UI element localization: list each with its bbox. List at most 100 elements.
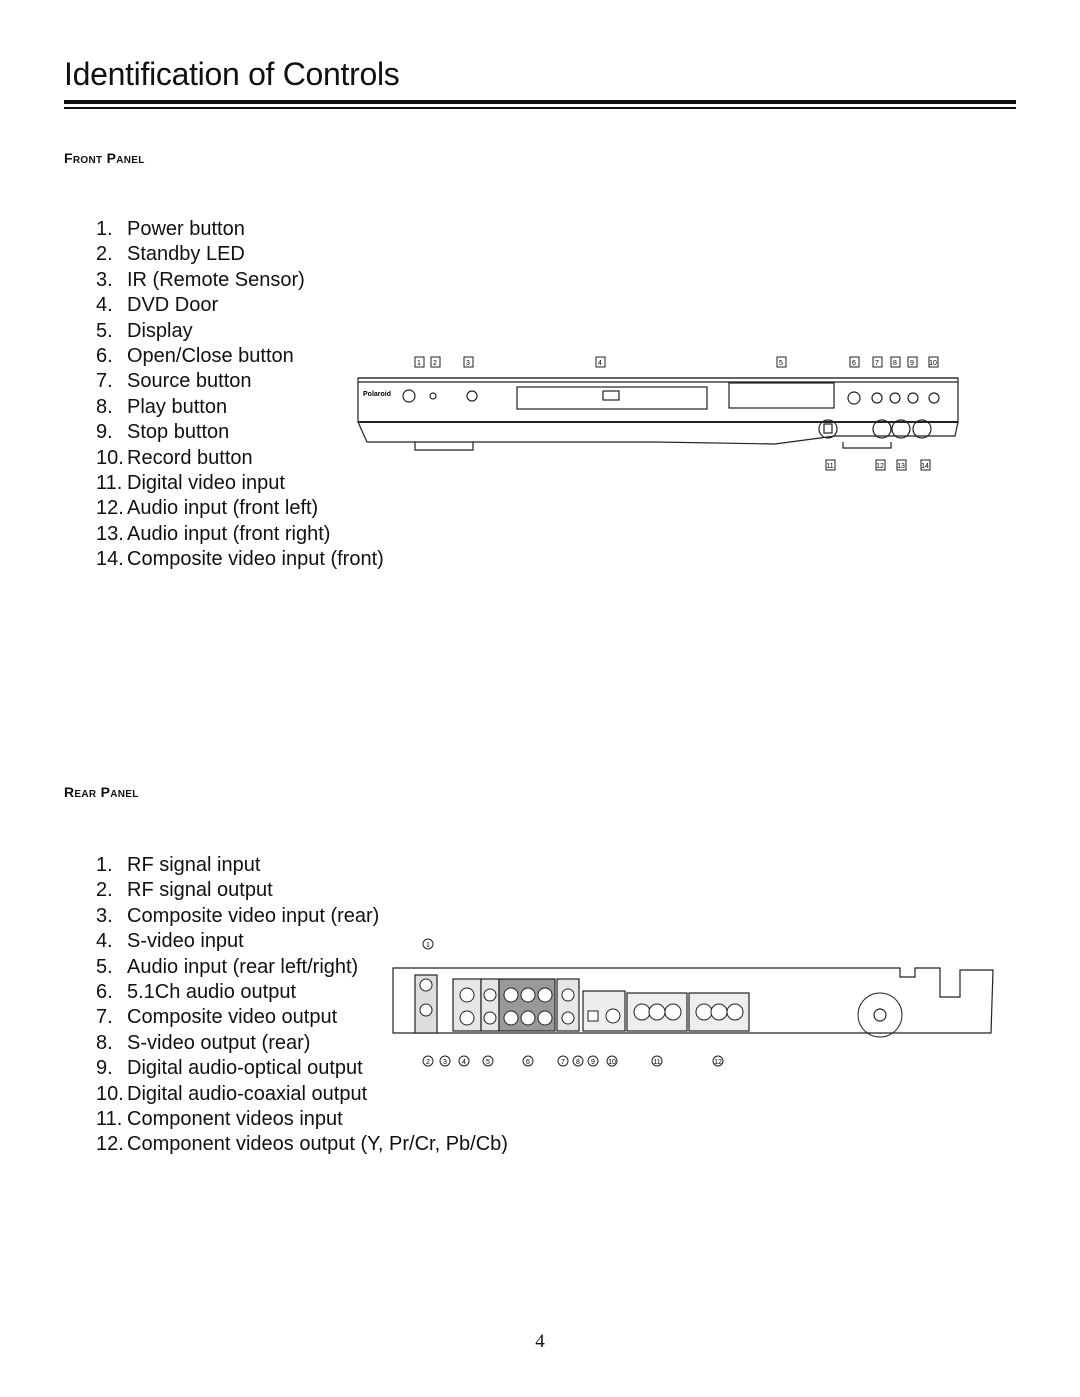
callout-number: 5 [486, 1059, 490, 1066]
item-label: Record button [127, 446, 253, 469]
title-rule-thin [64, 107, 1016, 109]
item-label: RF signal output [127, 879, 273, 902]
list-item: 10. Digital audio-coaxial output [96, 1082, 508, 1107]
front-panel-list: 1. Power button 2. Standby LED 3. IR (Remote … [96, 217, 384, 573]
callout-number: 8 [893, 360, 897, 367]
item-label: S-video output (rear) [127, 1031, 311, 1054]
item-label: Power button [127, 218, 245, 240]
list-item: 5. Display [96, 319, 384, 344]
item-number: 10. [96, 1082, 124, 1105]
title-rule [64, 100, 1016, 104]
item-number: 2. [96, 243, 113, 266]
list-item: 7. Source button [96, 369, 384, 394]
item-number: 4. [96, 930, 113, 953]
list-item: 3. IR (Remote Sensor) [96, 268, 384, 293]
item-number: 14. [96, 548, 124, 571]
item-number: 1. [96, 854, 113, 876]
list-item: 11. Component videos input [96, 1107, 508, 1132]
callout-number: 10 [929, 360, 937, 367]
list-item: 1. Power button [96, 217, 384, 242]
item-number: 5. [96, 955, 113, 978]
item-number: 11. [96, 472, 123, 495]
item-label: Stop button [127, 421, 230, 444]
item-number: 8. [96, 1031, 113, 1054]
callout-number: 4 [598, 360, 602, 367]
item-label: Digital audio-optical output [127, 1057, 363, 1080]
item-number: 11. [96, 1108, 123, 1131]
front-panel-diagram: Polaroid 1 2 3 4 5 6 7 8 9 1011 12 13 14 [357, 356, 959, 471]
rear-panel-heading: Rear Panel [64, 784, 139, 800]
front-panel-heading: Front Panel [64, 150, 145, 166]
item-number: 8. [96, 395, 113, 418]
item-label: Source button [127, 370, 252, 393]
callout-number: 3 [443, 1059, 447, 1066]
callout-number: 2 [433, 360, 437, 367]
list-item: 2. RF signal output [96, 878, 508, 903]
list-item: 2. Standby LED [96, 242, 384, 267]
item-label: Play button [127, 395, 228, 418]
item-number: 6. [96, 981, 113, 1004]
callout-number: 4 [462, 1059, 466, 1066]
item-number: 9. [96, 421, 113, 444]
callout-number: 12 [714, 1059, 722, 1066]
item-label: RF signal input [127, 854, 261, 876]
list-item: 14. Composite video input (front) [96, 547, 384, 572]
list-item: 10. Record button [96, 446, 384, 471]
list-item: 12. Component videos output (Y, Pr/Cr, Pb… [96, 1132, 508, 1157]
item-number: 7. [96, 370, 113, 393]
callout-number: 6 [852, 360, 856, 367]
item-label: Audio input (front left) [127, 497, 319, 520]
list-item: 12. Audio input (front left) [96, 496, 384, 521]
callout-number: 13 [897, 463, 905, 470]
item-label: S-video input [127, 930, 244, 953]
list-item: 9. Stop button [96, 420, 384, 445]
item-label: Digital audio-coaxial output [127, 1082, 368, 1105]
callout-number: 9 [910, 360, 914, 367]
item-label: Audio input (rear left/right) [127, 955, 359, 978]
item-label: Audio input (front right) [127, 522, 331, 545]
list-item: 3. Composite video input (rear) [96, 904, 508, 929]
list-item: 1. RF signal input [96, 853, 508, 878]
callout-number: 6 [526, 1059, 530, 1066]
callout-number: 10 [608, 1059, 616, 1066]
item-label: Digital video input [127, 472, 285, 495]
item-label: Composite video input (front) [127, 548, 384, 571]
item-label: 5.1Ch audio output [127, 981, 297, 1004]
rear-panel-diagram: 12 3 4 5 6 7 8 9 10 11 12 [392, 938, 994, 1067]
item-number: 12. [96, 497, 124, 520]
callout-number: 2 [426, 1059, 430, 1066]
callout-number: 12 [876, 463, 884, 470]
callout-number: 9 [591, 1059, 595, 1066]
item-number: 7. [96, 1006, 113, 1029]
list-item: 11. Digital video input [96, 471, 384, 496]
item-number: 1. [96, 218, 113, 240]
item-label: Standby LED [127, 243, 245, 266]
callout-number: 14 [921, 463, 929, 470]
callout-number: 11 [826, 463, 833, 470]
item-number: 5. [96, 319, 113, 342]
item-label: DVD Door [127, 294, 219, 317]
item-number: 3. [96, 268, 113, 291]
item-number: 10. [96, 446, 124, 469]
callout-number: 11 [653, 1059, 660, 1066]
item-label: Open/Close button [127, 345, 294, 368]
page-number: 4 [535, 1331, 545, 1352]
list-item: 8. Play button [96, 395, 384, 420]
item-label: Composite video output [127, 1006, 338, 1029]
callout-number: 7 [561, 1059, 565, 1066]
brand-logo: Polaroid [363, 391, 391, 398]
item-number: 12. [96, 1133, 124, 1156]
item-label: Component videos input [127, 1108, 343, 1131]
item-number: 2. [96, 879, 113, 902]
item-label: IR (Remote Sensor) [127, 268, 305, 291]
callout-number: 5 [779, 360, 783, 367]
item-label: Display [127, 319, 193, 342]
list-item: 4. DVD Door [96, 293, 384, 318]
item-label: Composite video input (rear) [127, 904, 380, 927]
callout-number: 7 [875, 360, 879, 367]
item-number: 6. [96, 345, 113, 368]
item-number: 9. [96, 1057, 113, 1080]
callout-number: 1 [417, 360, 421, 367]
callout-number: 1 [426, 942, 430, 949]
callout-number: 3 [466, 360, 470, 367]
